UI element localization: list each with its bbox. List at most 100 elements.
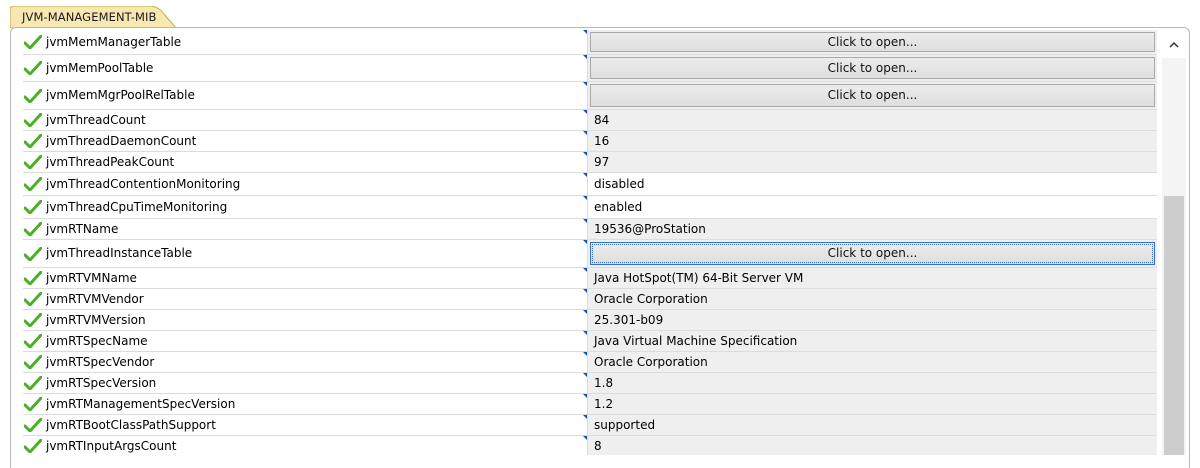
open-table-button[interactable]: Click to open...	[590, 32, 1155, 52]
open-table-button[interactable]: Click to open...	[590, 242, 1155, 265]
name-cell[interactable]: jvmRTManagementSpecVersion	[23, 394, 588, 414]
cell-corner-marker	[583, 30, 587, 34]
value-cell: supported	[588, 415, 1157, 435]
name-cell[interactable]: jvmMemManagerTable	[23, 30, 588, 54]
value-cell: 1.2	[588, 394, 1157, 414]
value-cell[interactable]: Click to open...	[588, 240, 1157, 267]
checkmark-icon	[24, 61, 42, 75]
name-cell[interactable]: jvmMemPoolTable	[23, 55, 588, 81]
name-cell[interactable]: jvmThreadContentionMonitoring	[23, 173, 588, 195]
cell-corner-marker	[583, 173, 587, 177]
name-cell[interactable]: jvmThreadCpuTimeMonitoring	[23, 196, 588, 218]
mib-table: jvmMemManagerTable Click to open... jvmMem…	[23, 30, 1157, 455]
name-cell[interactable]: jvmRTVMVendor	[23, 289, 588, 309]
value-cell: 84	[588, 110, 1157, 130]
object-name: jvmThreadPeakCount	[46, 154, 175, 169]
checkmark-icon	[24, 222, 42, 236]
object-value: 97	[594, 154, 610, 169]
checkmark-icon	[24, 113, 42, 127]
name-cell[interactable]: jvmRTInputArgsCount	[23, 436, 588, 455]
value-cell: 16	[588, 131, 1157, 151]
vertical-scrollbar[interactable]	[1162, 30, 1186, 455]
cell-corner-marker	[583, 394, 587, 398]
object-name: jvmRTBootClassPathSupport	[46, 417, 216, 432]
object-name: jvmMemPoolTable	[46, 60, 154, 75]
value-cell: 25.301-b09	[588, 310, 1157, 330]
table-row: jvmMemMgrPoolRelTable Click to open...	[23, 82, 1157, 110]
value-cell: 8	[588, 436, 1157, 455]
table-row: jvmRTName 19536@ProStation	[23, 219, 1157, 240]
object-name: jvmRTVMName	[46, 270, 137, 285]
object-value: 84	[594, 112, 610, 127]
checkmark-icon	[24, 334, 42, 348]
checkmark-icon	[24, 200, 42, 214]
tab-strip: JVM-MANAGEMENT-MIB	[0, 0, 1200, 30]
cell-corner-marker	[583, 415, 587, 419]
tab-jvm-management-mib[interactable]: JVM-MANAGEMENT-MIB	[10, 6, 180, 28]
checkmark-icon	[24, 134, 42, 148]
name-cell[interactable]: jvmRTSpecVersion	[23, 373, 588, 393]
checkmark-icon	[24, 355, 42, 369]
value-cell[interactable]: disabled	[588, 173, 1157, 195]
object-name: jvmRTSpecVersion	[46, 375, 157, 390]
name-cell[interactable]: jvmThreadPeakCount	[23, 152, 588, 172]
table-row: jvmThreadCpuTimeMonitoring enabled	[23, 196, 1157, 219]
object-value: 8	[594, 438, 602, 453]
value-cell[interactable]: enabled	[588, 196, 1157, 218]
name-cell[interactable]: jvmRTSpecVendor	[23, 352, 588, 372]
table-row: jvmThreadDaemonCount 16	[23, 131, 1157, 152]
value-cell[interactable]: Click to open...	[588, 82, 1157, 109]
value-cell: Oracle Corporation	[588, 352, 1157, 372]
object-value: 1.8	[594, 375, 614, 390]
object-name: jvmRTSpecVendor	[46, 354, 155, 369]
name-cell[interactable]: jvmRTVMVersion	[23, 310, 588, 330]
table-row: jvmRTVMName Java HotSpot(TM) 64-Bit Serve…	[23, 268, 1157, 289]
checkmark-icon	[24, 292, 42, 306]
checkmark-icon	[24, 88, 42, 103]
name-cell[interactable]: jvmThreadCount	[23, 110, 588, 130]
scroll-thumb[interactable]	[1164, 196, 1184, 455]
scroll-track[interactable]	[1162, 58, 1186, 455]
object-value: 19536@ProStation	[594, 221, 706, 236]
object-name: jvmThreadInstanceTable	[46, 246, 193, 260]
object-name: jvmRTVMVendor	[46, 291, 144, 306]
table-row: jvmRTVMVendor Oracle Corporation	[23, 289, 1157, 310]
value-cell: Oracle Corporation	[588, 289, 1157, 309]
object-value: Java Virtual Machine Specification	[594, 333, 798, 348]
cell-corner-marker	[583, 196, 587, 200]
object-value: disabled	[594, 176, 645, 191]
name-cell[interactable]: jvmRTBootClassPathSupport	[23, 415, 588, 435]
cell-corner-marker	[583, 82, 587, 86]
object-name: jvmRTSpecName	[46, 333, 148, 348]
object-value: 25.301-b09	[594, 312, 664, 327]
name-cell[interactable]: jvmRTName	[23, 219, 588, 239]
checkmark-icon	[24, 397, 42, 411]
cell-corner-marker	[583, 352, 587, 356]
name-cell[interactable]: jvmThreadInstanceTable	[23, 240, 588, 267]
value-cell[interactable]: Click to open...	[588, 55, 1157, 81]
object-name: jvmRTInputArgsCount	[46, 438, 177, 453]
name-cell[interactable]: jvmRTSpecName	[23, 331, 588, 351]
cell-corner-marker	[583, 331, 587, 335]
cell-corner-marker	[583, 110, 587, 114]
value-cell[interactable]: Click to open...	[588, 30, 1157, 54]
cell-corner-marker	[583, 55, 587, 59]
checkmark-icon	[24, 271, 42, 285]
name-cell[interactable]: jvmThreadDaemonCount	[23, 131, 588, 151]
value-cell: 1.8	[588, 373, 1157, 393]
open-table-button[interactable]: Click to open...	[590, 57, 1155, 79]
cell-corner-marker	[583, 219, 587, 223]
object-value: supported	[594, 417, 656, 432]
checkmark-icon	[24, 246, 42, 261]
cell-corner-marker	[583, 310, 587, 314]
value-cell: 97	[588, 152, 1157, 172]
name-cell[interactable]: jvmRTVMName	[23, 268, 588, 288]
chevron-up-icon[interactable]	[1162, 30, 1186, 58]
value-cell: Java Virtual Machine Specification	[588, 331, 1157, 351]
object-name: jvmThreadCount	[46, 112, 146, 127]
table-row: jvmRTVMVersion 25.301-b09	[23, 310, 1157, 331]
object-name: jvmRTManagementSpecVersion	[46, 396, 236, 411]
name-cell[interactable]: jvmMemMgrPoolRelTable	[23, 82, 588, 109]
object-value: 16	[594, 133, 610, 148]
open-table-button[interactable]: Click to open...	[590, 84, 1155, 107]
